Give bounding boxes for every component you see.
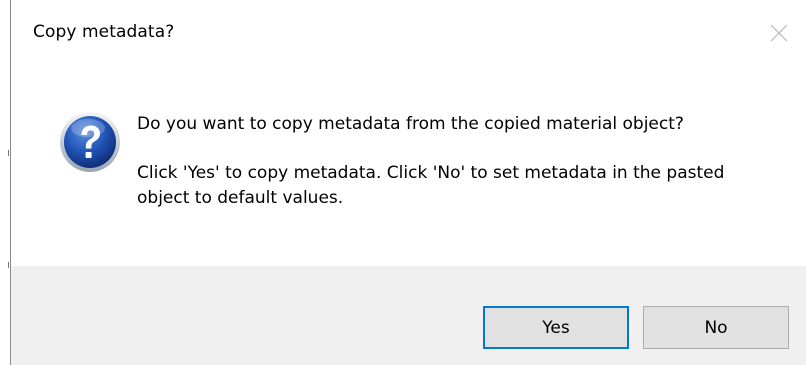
message-instructions: Click 'Yes' to copy metadata. Click 'No'… [137, 163, 725, 208]
dialog-content: Do you want to copy metadata from the co… [11, 66, 806, 268]
question-icon [58, 110, 122, 174]
button-bar: Yes No [11, 266, 806, 365]
close-button[interactable] [756, 8, 806, 58]
no-button[interactable]: No [643, 306, 789, 349]
yes-button[interactable]: Yes [483, 306, 629, 349]
message-dialog: Copy metadata? Do you want to copy metad… [10, 0, 806, 365]
message-question: Do you want to copy metadata from the co… [137, 114, 684, 134]
close-icon [770, 24, 788, 42]
dialog-title: Copy metadata? [33, 22, 175, 42]
title-bar: Copy metadata? [11, 0, 806, 66]
window-edge [0, 0, 10, 365]
dialog-message: Do you want to copy metadata from the co… [137, 112, 777, 211]
